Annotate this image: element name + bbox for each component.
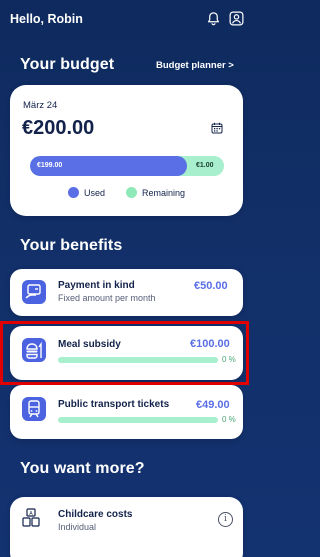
budget-section-title: Your budget (20, 56, 115, 73)
payment-icon (22, 280, 46, 304)
benefit-amount: €50.00 (194, 280, 228, 292)
benefit-percent: 0 % (222, 415, 236, 424)
more-card-childcare[interactable] (10, 497, 243, 557)
childcare-icon: A (22, 508, 40, 527)
selection-highlight (0, 321, 249, 385)
benefits-section-title: Your benefits (20, 237, 123, 254)
budget-amount: €200.00 (22, 117, 95, 139)
budget-planner-link[interactable]: Budget planner > (156, 60, 234, 71)
budget-used-amount: €199.00 (37, 162, 63, 169)
train-icon (22, 397, 46, 421)
benefit-title: Public transport tickets (58, 399, 170, 410)
calendar-icon[interactable] (211, 122, 223, 134)
legend-used-dot (68, 187, 79, 198)
more-section-title: You want more? (20, 460, 145, 477)
more-item-title: Childcare costs (58, 509, 133, 520)
budget-month: März 24 (23, 100, 58, 111)
legend-remaining-dot (126, 187, 137, 198)
benefit-progress-bar (58, 417, 218, 423)
legend-remaining-label: Remaining (142, 188, 186, 198)
info-icon[interactable]: i (218, 512, 233, 527)
benefit-amount: €49.00 (196, 399, 230, 411)
user-icon[interactable] (229, 11, 244, 26)
svg-text:A: A (29, 511, 33, 517)
greeting: Hello, Robin (10, 12, 83, 26)
legend-used-label: Used (84, 188, 106, 198)
benefit-title: Payment in kind (58, 280, 135, 291)
more-item-subtitle: Individual (58, 522, 97, 532)
benefit-subtitle: Fixed amount per month (58, 293, 156, 303)
bell-icon[interactable] (206, 11, 221, 26)
top-bar: Hello, Robin (0, 0, 250, 38)
budget-remaining-amount: €1.00 (196, 162, 214, 169)
